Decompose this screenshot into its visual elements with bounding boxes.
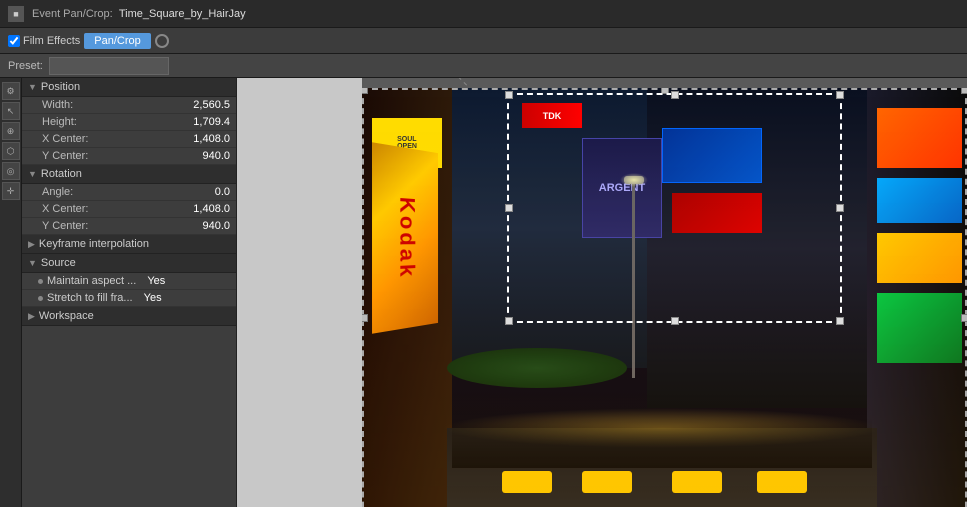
angle-value[interactable]: 0.0 bbox=[112, 186, 230, 198]
film-effects-label: Film Effects bbox=[23, 35, 80, 47]
xcenter-value[interactable]: 1,408.0 bbox=[112, 133, 230, 145]
taxi-3 bbox=[672, 471, 722, 493]
canvas-white-bg bbox=[237, 78, 362, 507]
image-container[interactable]: SOULOPEN Kodak ARGENT TDK bbox=[362, 88, 967, 507]
taxi-1 bbox=[502, 471, 552, 493]
lamp-glow bbox=[620, 173, 648, 187]
sidebar-icon-circle[interactable]: ◎ bbox=[2, 162, 20, 180]
ycenter-value[interactable]: 940.0 bbox=[112, 150, 230, 162]
canvas-area[interactable]: SOULOPEN Kodak ARGENT TDK bbox=[237, 78, 967, 507]
tabs-bar: Film Effects Pan/Crop bbox=[0, 28, 967, 54]
title-prefix: Event Pan/Crop: bbox=[32, 8, 113, 20]
sign-red bbox=[672, 193, 762, 233]
foliage bbox=[447, 348, 627, 388]
rot-ycenter-value[interactable]: 940.0 bbox=[112, 220, 230, 232]
xcenter-label: X Center: bbox=[42, 133, 112, 145]
billboard-right-1 bbox=[877, 108, 962, 168]
rot-xcenter-value[interactable]: 1,408.0 bbox=[112, 203, 230, 215]
prop-angle-row: Angle: 0.0 bbox=[22, 184, 236, 201]
keyframe-arrow-icon: ▶ bbox=[28, 239, 35, 250]
rotation-label: Rotation bbox=[41, 168, 82, 180]
app-icon: ■ bbox=[8, 6, 24, 22]
crowd bbox=[452, 418, 872, 468]
taxi-2 bbox=[582, 471, 632, 493]
maintain-dot-icon bbox=[38, 279, 43, 284]
app-icon-symbol: ■ bbox=[13, 9, 18, 19]
film-effects-checkbox-container[interactable]: Film Effects bbox=[8, 35, 80, 47]
pan-crop-tab[interactable]: Pan/Crop bbox=[84, 33, 150, 49]
prop-xcenter-row: X Center: 1,408.0 bbox=[22, 131, 236, 148]
lamp-post bbox=[632, 178, 635, 378]
workspace-label: Workspace bbox=[39, 310, 94, 322]
billboard-right-4 bbox=[877, 293, 962, 363]
tab-circle-icon bbox=[155, 34, 169, 48]
stretch-fill-value: Yes bbox=[144, 292, 162, 304]
stretch-dot-icon bbox=[38, 296, 43, 301]
maintain-aspect-value: Yes bbox=[147, 275, 165, 287]
title-bar: ■ Event Pan/Crop: Time_Square_by_HairJay bbox=[0, 0, 967, 28]
sidebar-icon-cross[interactable]: ✛ bbox=[2, 182, 20, 200]
height-label: Height: bbox=[42, 116, 112, 128]
height-value[interactable]: 1,709.4 bbox=[112, 116, 230, 128]
times-square-image: SOULOPEN Kodak ARGENT TDK bbox=[362, 88, 967, 507]
main-layout: ⚙ ↖ ⊕ ⬡ ◎ ✛ ▼ Position Width: 2,560.5 He… bbox=[0, 78, 967, 507]
keyframe-label: Keyframe interpolation bbox=[39, 238, 149, 250]
sidebar-icon-hex[interactable]: ⬡ bbox=[2, 142, 20, 160]
ycenter-label: Y Center: bbox=[42, 150, 112, 162]
keyframe-section-header[interactable]: ▶ Keyframe interpolation bbox=[22, 235, 236, 254]
taxi-4 bbox=[757, 471, 807, 493]
width-value[interactable]: 2,560.5 bbox=[112, 99, 230, 111]
prop-rot-xcenter-row: X Center: 1,408.0 bbox=[22, 201, 236, 218]
source-arrow-icon: ▼ bbox=[28, 258, 37, 268]
workspace-arrow-icon: ▶ bbox=[28, 311, 35, 322]
sidebar-icons: ⚙ ↖ ⊕ ⬡ ◎ ✛ bbox=[0, 78, 22, 507]
position-section-header[interactable]: ▼ Position bbox=[22, 78, 236, 97]
rot-ycenter-label: Y Center: bbox=[42, 220, 112, 232]
sign-blue bbox=[662, 128, 762, 183]
prop-height-row: Height: 1,709.4 bbox=[22, 114, 236, 131]
billboard-kodak: Kodak bbox=[372, 142, 438, 333]
prop-width-row: Width: 2,560.5 bbox=[22, 97, 236, 114]
maintain-aspect-label: Maintain aspect ... bbox=[47, 275, 136, 287]
rotation-section-header[interactable]: ▼ Rotation bbox=[22, 165, 236, 184]
film-effects-checkbox[interactable] bbox=[8, 35, 20, 47]
source-section-header[interactable]: ▼ Source bbox=[22, 254, 236, 273]
position-label: Position bbox=[41, 81, 80, 93]
angle-label: Angle: bbox=[42, 186, 112, 198]
title-bar-text: Event Pan/Crop: Time_Square_by_HairJay bbox=[32, 8, 246, 20]
rotation-arrow-icon: ▼ bbox=[28, 169, 37, 179]
workspace-section-header[interactable]: ▶ Workspace bbox=[22, 307, 236, 326]
stretch-fill-label: Stretch to fill fra... bbox=[47, 292, 133, 304]
source-label: Source bbox=[41, 257, 76, 269]
prop-rot-ycenter-row: Y Center: 940.0 bbox=[22, 218, 236, 235]
properties-panel: ▼ Position Width: 2,560.5 Height: 1,709.… bbox=[22, 78, 237, 507]
position-arrow-icon: ▼ bbox=[28, 82, 37, 92]
billboard-right-3 bbox=[877, 233, 962, 283]
billboard-right-2 bbox=[877, 178, 962, 223]
maintain-aspect-row[interactable]: Maintain aspect ... Yes bbox=[22, 273, 236, 290]
title-filename: Time_Square_by_HairJay bbox=[119, 8, 246, 20]
preset-bar: Preset: bbox=[0, 54, 967, 78]
preset-label: Preset: bbox=[8, 60, 43, 72]
prop-ycenter-row: Y Center: 940.0 bbox=[22, 148, 236, 165]
sign-argent: ARGENT bbox=[582, 138, 662, 238]
stretch-fill-row[interactable]: Stretch to fill fra... Yes bbox=[22, 290, 236, 307]
sidebar-icon-cursor[interactable]: ↖ bbox=[2, 102, 20, 120]
preset-input[interactable] bbox=[49, 57, 169, 75]
width-label: Width: bbox=[42, 99, 112, 111]
sidebar-icon-zoom[interactable]: ⊕ bbox=[2, 122, 20, 140]
sign-tdk: TDK bbox=[522, 103, 582, 128]
rot-xcenter-label: X Center: bbox=[42, 203, 112, 215]
sidebar-icon-gear[interactable]: ⚙ bbox=[2, 82, 20, 100]
